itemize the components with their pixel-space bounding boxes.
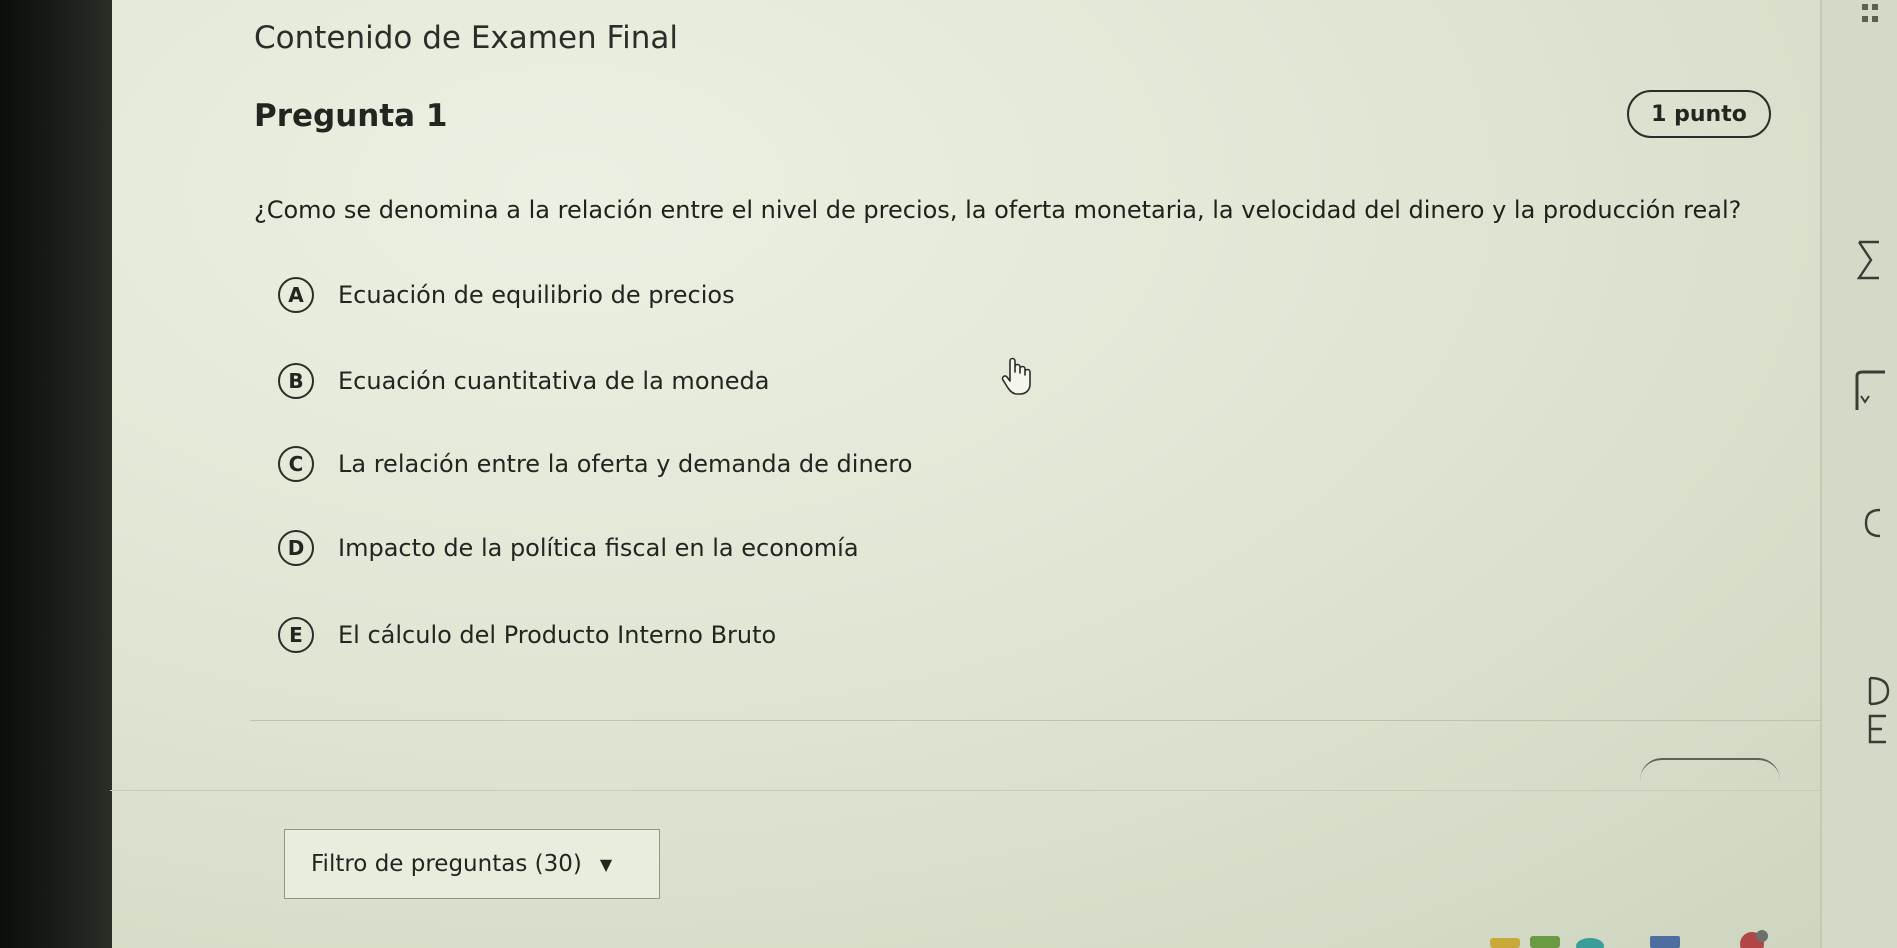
option-c[interactable]: C La relación entre la oferta y demanda … [278, 446, 912, 482]
sigma-icon [1856, 240, 1879, 280]
option-d[interactable]: D Impacto de la política fiscal en la ec… [278, 530, 859, 566]
option-b[interactable]: B Ecuación cuantitativa de la moneda [278, 363, 769, 399]
exam-title: Contenido de Examen Final [254, 20, 678, 56]
option-text: Ecuación cuantitativa de la moneda [338, 367, 770, 395]
bookmark-icon [1855, 370, 1885, 410]
option-letter: E [278, 617, 314, 653]
taskbar-icons [1490, 930, 1768, 948]
points-badge: 1 punto [1627, 90, 1771, 138]
partial-button-outline [1640, 758, 1780, 780]
option-text: El cálculo del Producto Interno Bruto [338, 621, 777, 649]
option-text: Ecuación de equilibrio de precios [338, 281, 735, 309]
option-text: Impacto de la política fiscal en la econ… [338, 534, 859, 562]
screen: Contenido de Examen Final Pregunta 1 1 p… [0, 0, 1897, 948]
section-divider [250, 720, 1820, 721]
caret-down-icon: ▼ [599, 854, 613, 874]
partial-letter-icon [1864, 508, 1881, 538]
option-letter: B [278, 363, 314, 399]
option-a[interactable]: A Ecuación de equilibrio de precios [278, 277, 735, 313]
option-text: La relación entre la oferta y demanda de… [338, 450, 913, 478]
partial-letter-icon [1868, 714, 1886, 744]
left-bezel [0, 0, 112, 948]
question-label: Pregunta 1 [254, 98, 448, 134]
hand-pointer-icon [1001, 357, 1031, 395]
grid-icon [1862, 4, 1878, 22]
partial-letter-icon [1868, 676, 1890, 706]
option-letter: D [278, 530, 314, 566]
option-letter: A [278, 277, 314, 313]
question-filter-dropdown[interactable]: Filtro de preguntas (30) ▼ [284, 829, 660, 899]
option-letter: C [278, 446, 314, 482]
question-text: ¿Como se denomina a la relación entre el… [254, 196, 1742, 224]
filter-label: Filtro de preguntas (30) [311, 851, 582, 877]
right-side-panel [1820, 0, 1897, 948]
option-e[interactable]: E El cálculo del Producto Interno Bruto [278, 617, 776, 653]
section-divider [110, 790, 1820, 791]
